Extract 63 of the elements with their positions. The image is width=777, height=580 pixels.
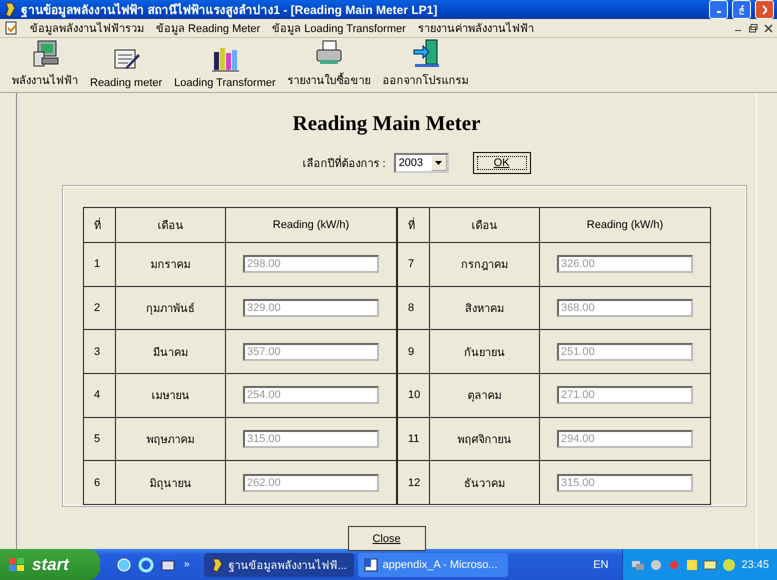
column-header: เดือน [116,208,226,242]
tray-app-icon[interactable] [685,558,700,572]
taskbar-button[interactable]: appendix_A - Microso... [358,552,508,576]
language-indicator[interactable]: EN [593,558,608,570]
table-cell: 6 [84,460,116,504]
table-cell: 12 [398,460,430,504]
table-cell: 9 [398,330,430,374]
column-header: ที่ [84,208,116,242]
minimize-button[interactable] [709,0,728,19]
table-cell: พฤศจิกายน [430,417,540,461]
toolbar-button[interactable]: Loading Transformer [168,44,282,89]
close-form-button[interactable]: Close [348,526,426,551]
menu-item[interactable]: รายงานค่าพลังงานไฟฟ้า [418,19,534,37]
dropdown-arrow-icon [435,161,442,165]
column-header: Reading (kW/h) [226,208,396,242]
table-cell: เมษายน [116,373,226,418]
exit-door-icon [410,38,441,68]
table-cell: 7 [398,242,430,286]
toolbar-button[interactable]: Reading meter [84,44,168,89]
table-cell: มีนาคม [116,330,226,374]
overflow-chevron[interactable]: » [184,559,190,570]
menu-item[interactable]: ข้อมูล Reading Meter [156,19,260,37]
year-dropdown[interactable]: 2003 [394,153,449,173]
document-icon [4,21,18,35]
table-cell: พฤษภาคม [116,417,226,461]
table-cell: 11 [398,417,430,461]
table-cell: ตุลาคม [430,373,540,418]
form-heading: Reading Main Meter [292,111,480,136]
table-cell: 10 [398,373,430,418]
table-cell: สิงหาคม [430,286,540,330]
window-title: ฐานข้อมูลพลังงานไฟฟ้า สถานีไฟฟ้าแรงสูงลำปาง1 - [Reading Main Meter LP1] [21,2,438,19]
taskbar-button[interactable]: ฐานข้อมูลพลังงานไฟฟ้... [204,552,354,576]
year-label: เลือกปีที่ต้องการ : [302,154,386,172]
column-header: เดือน [430,208,540,242]
menu-item[interactable]: ข้อมูลพลังงานไฟฟ้ารวม [30,19,144,37]
restore-button[interactable] [732,0,751,19]
toolbar-button[interactable]: ออกจากโปรแกรม [376,38,475,89]
table-cell: 5 [84,417,116,461]
windows-flag-icon [8,556,26,572]
table-cell: มิถุนายน [116,460,226,504]
clock: 23:45 [741,558,769,570]
table-cell: กุมภาพันธ์ [116,286,226,330]
menu-item[interactable]: ข้อมูล Loading Transformer [272,19,406,37]
ok-button[interactable]: OK [472,152,531,174]
word-document-icon [364,558,378,572]
table-cell: ธันวาคม [430,460,540,504]
table-cell: 1 [84,242,116,286]
close-button[interactable] [755,0,774,19]
toolbar-button[interactable]: พลังงานไฟฟ้า [6,38,84,89]
table-cell: 4 [84,373,116,418]
table-cell: กันยายน [430,330,540,374]
toolbar-button[interactable]: รายงานใบซื้อขาย [282,38,377,89]
column-header: Reading (kW/h) [540,208,710,242]
app-icon [3,2,17,18]
tray-app-icon[interactable] [703,558,718,572]
app-icon [210,558,224,572]
start-button[interactable]: start [0,549,100,580]
column-header: ที่ [398,208,430,242]
table-cell: มกราคม [116,242,226,286]
table-cell: กรกฎาคม [430,242,540,286]
table-cell: 3 [84,330,116,374]
table-cell: 2 [84,286,116,330]
table-cell: 8 [398,286,430,330]
